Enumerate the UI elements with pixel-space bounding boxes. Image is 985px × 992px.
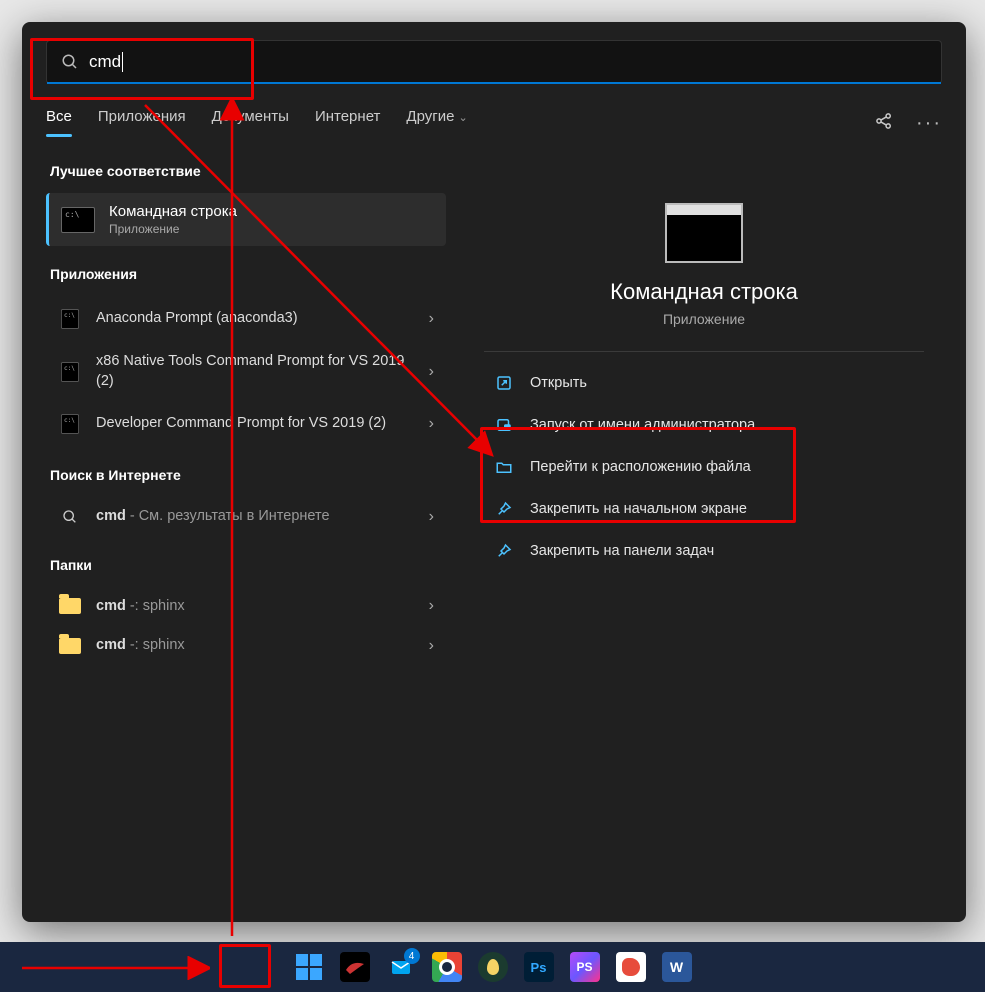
chevron-right-icon: › [429, 597, 434, 615]
tab-documents[interactable]: Документы [212, 108, 289, 137]
action-open-location[interactable]: Перейти к расположению файла [484, 446, 924, 488]
paint-splat-icon [622, 958, 640, 976]
search-icon [58, 509, 82, 525]
folders-heading: Папки [50, 557, 446, 573]
folder-result[interactable]: cmd -: sphinx › [46, 587, 446, 627]
search-box[interactable]: cmd [46, 40, 942, 84]
action-label: Открыть [530, 375, 587, 391]
taskbar-app-word[interactable]: W [662, 952, 692, 982]
web-suffix: - См. результаты в Интернете [126, 508, 330, 524]
apps-heading: Приложения [50, 266, 446, 282]
terminal-icon [61, 362, 79, 382]
app-result[interactable]: Anaconda Prompt (anaconda3) › [46, 296, 446, 342]
app-result[interactable]: Developer Command Prompt for VS 2019 (2)… [46, 401, 446, 447]
taskbar-app-mail[interactable]: 4 [386, 952, 416, 982]
preview-title: Командная строка [484, 279, 924, 305]
taskbar-app-photoshop[interactable]: Ps [524, 952, 554, 982]
results-column: Лучшее соответствие Командная строка При… [46, 163, 446, 666]
taskbar: 4 Ps PS W [0, 942, 985, 992]
best-match-result[interactable]: Командная строка Приложение [46, 193, 446, 246]
app-result[interactable]: x86 Native Tools Command Prompt for VS 2… [46, 342, 446, 401]
action-pin-taskbar[interactable]: Закрепить на панели задач [484, 530, 924, 572]
chevron-down-icon: ⌄ [458, 112, 467, 124]
best-match-heading: Лучшее соответствие [50, 163, 446, 179]
pin-icon [494, 499, 514, 519]
taskbar-app-chrome[interactable] [432, 952, 462, 982]
action-run-as-admin[interactable]: Запуск от имени администратора [484, 404, 924, 446]
shield-icon [494, 415, 514, 435]
web-result[interactable]: cmd - См. результаты в Интернете › [46, 497, 446, 537]
preview-type: Приложение [484, 311, 924, 327]
taskbar-app-phpstorm[interactable]: PS [570, 952, 600, 982]
more-icon[interactable]: ··· [916, 113, 942, 133]
folder-result[interactable]: cmd -: sphinx › [46, 626, 446, 666]
terminal-icon [61, 414, 79, 434]
action-pin-start[interactable]: Закрепить на начальном экране [484, 488, 924, 530]
tab-internet[interactable]: Интернет [315, 108, 380, 137]
best-match-subtitle: Приложение [109, 222, 237, 236]
web-heading: Поиск в Интернете [50, 467, 446, 483]
tab-all[interactable]: Все [46, 108, 72, 137]
chevron-right-icon: › [429, 363, 434, 381]
preview-app-icon [665, 203, 743, 263]
egg-icon [487, 959, 499, 975]
tab-apps[interactable]: Приложения [98, 108, 186, 137]
terminal-icon [61, 309, 79, 329]
dragon-icon [344, 956, 366, 978]
divider [484, 351, 924, 352]
filter-tabs: Все Приложения Документы Интернет Другие… [46, 108, 942, 137]
folder-icon [59, 638, 81, 654]
folder-icon [59, 598, 81, 614]
windows-search-panel: cmd Все Приложения Документы Интернет Др… [22, 22, 966, 922]
chevron-right-icon: › [429, 310, 434, 328]
badge-count: 4 [404, 948, 420, 964]
best-match-title: Командная строка [109, 203, 237, 220]
taskbar-app-paint[interactable] [616, 952, 646, 982]
windows-logo-icon [296, 954, 322, 980]
chevron-right-icon: › [429, 637, 434, 655]
action-label: Закрепить на панели задач [530, 543, 714, 559]
share-icon[interactable] [874, 111, 894, 135]
chevron-right-icon: › [429, 508, 434, 526]
start-button[interactable] [294, 952, 324, 982]
action-open[interactable]: Открыть [484, 362, 924, 404]
taskbar-app-kali[interactable] [340, 952, 370, 982]
action-label: Запуск от имени администратора [530, 417, 755, 433]
tab-other[interactable]: Другие⌄ [406, 108, 467, 137]
open-icon [494, 373, 514, 393]
pin-icon [494, 541, 514, 561]
taskbar-app-egg[interactable] [478, 952, 508, 982]
folder-open-icon [494, 457, 514, 477]
preview-pane: Командная строка Приложение Открыть Запу… [466, 163, 942, 666]
web-term: cmd [96, 508, 126, 524]
action-label: Закрепить на начальном экране [530, 501, 747, 517]
chevron-right-icon: › [429, 415, 434, 433]
action-label: Перейти к расположению файла [530, 459, 751, 475]
cmd-icon [61, 207, 95, 233]
